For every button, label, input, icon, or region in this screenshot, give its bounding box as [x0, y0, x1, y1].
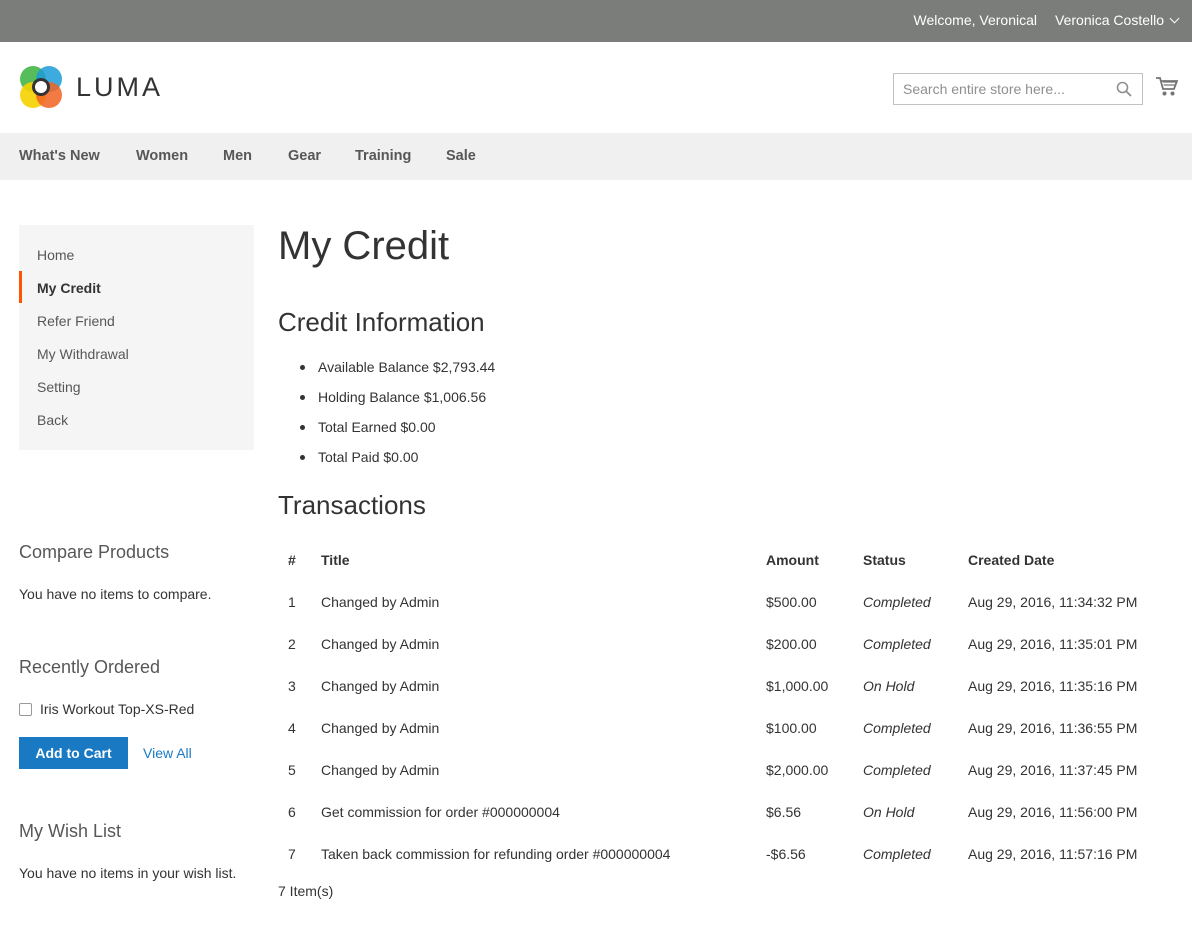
welcome-message: Welcome, Veronical — [913, 12, 1037, 28]
chevron-down-icon — [1169, 13, 1180, 23]
search-input[interactable] — [894, 74, 1104, 104]
item-name: Iris Workout Top-XS-Red — [40, 701, 195, 717]
cell-status: Completed — [863, 594, 931, 610]
cell-date: Aug 29, 2016, 11:37:45 PM — [968, 762, 1138, 778]
compare-empty-text: You have no items to compare. — [19, 586, 212, 602]
col-header-amount: Amount — [766, 552, 819, 568]
cell-status: Completed — [863, 846, 931, 862]
nav-item-women[interactable]: Women — [136, 148, 188, 164]
col-header-date: Created Date — [968, 552, 1055, 568]
cell-status: On Hold — [863, 678, 915, 694]
cell-date: Aug 29, 2016, 11:35:01 PM — [968, 636, 1138, 652]
compare-title: Compare Products — [19, 542, 170, 562]
table-row: 3 Changed by Admin $1,000.00 On Hold Aug 29,… — [278, 666, 1168, 708]
cell-num: 7 — [288, 846, 296, 862]
cell-num: 2 — [288, 636, 296, 652]
cell-date: Aug 29, 2016, 11:36:55 PM — [968, 720, 1138, 736]
wishlist-title: My Wish List — [19, 821, 122, 841]
account-nav: Home My Credit Refer Friend My Withdrawa… — [19, 225, 254, 450]
nav-item-men[interactable]: Men — [223, 148, 252, 164]
table-row: 1 Changed by Admin $500.00 Completed Aug 29,… — [278, 582, 1168, 624]
cell-status: Completed — [863, 720, 931, 736]
item-count: 7 Item(s) — [278, 883, 334, 899]
sidebar-item-home[interactable]: Home — [37, 247, 74, 263]
sidebar-item-back[interactable]: Back — [37, 412, 68, 428]
cell-amount: $100.00 — [766, 720, 817, 736]
cell-amount: -$6.56 — [766, 846, 806, 862]
luma-logo-icon — [20, 66, 62, 108]
holding-balance: Holding Balance $1,006.56 — [300, 387, 495, 417]
available-balance: Available Balance $2,793.44 — [300, 357, 495, 387]
cell-amount: $500.00 — [766, 594, 817, 610]
total-earned: Total Earned $0.00 — [300, 417, 495, 447]
wishlist-empty-text: You have no items in your wish list. — [19, 865, 237, 881]
cell-amount: $6.56 — [766, 804, 802, 820]
sidebar-item-my-credit[interactable]: My Credit — [37, 280, 101, 296]
cell-date: Aug 29, 2016, 11:57:16 PM — [968, 846, 1138, 862]
logo[interactable]: LUMA — [18, 64, 163, 110]
cell-num: 4 — [288, 720, 296, 736]
table-row: 4 Changed by Admin $100.00 Completed Aug 29,… — [278, 708, 1168, 750]
cell-title: Taken back commission for refunding orde… — [321, 846, 671, 862]
recently-ordered-item: Iris Workout Top-XS-Red — [19, 701, 194, 717]
recently-ordered-title: Recently Ordered — [19, 657, 161, 677]
cell-amount: $2,000.00 — [766, 762, 829, 778]
sidebar-item-refer-friend[interactable]: Refer Friend — [37, 313, 115, 329]
page-title: My Credit — [278, 224, 450, 268]
search-icon[interactable] — [1116, 81, 1132, 97]
cell-status: Completed — [863, 762, 931, 778]
account-menu[interactable]: Veronica Costello — [1055, 12, 1180, 28]
table-row: 6 Get commission for order #000000004 $6.5… — [278, 792, 1168, 834]
cell-date: Aug 29, 2016, 11:34:32 PM — [968, 594, 1138, 610]
account-name: Veronica Costello — [1055, 12, 1164, 28]
cell-title: Get commission for order #000000004 — [321, 804, 560, 820]
top-bar: Welcome, Veronical Veronica Costello — [0, 0, 1192, 42]
table-row: 2 Changed by Admin $200.00 Completed Aug 29,… — [278, 624, 1168, 666]
sidebar-item-setting[interactable]: Setting — [37, 379, 81, 395]
col-header-status: Status — [863, 552, 906, 568]
credit-info-list: Available Balance $2,793.44 Holding Bala… — [300, 357, 495, 477]
nav-item-sale[interactable]: Sale — [446, 148, 476, 164]
cell-title: Changed by Admin — [321, 636, 440, 652]
nav-item-training[interactable]: Training — [355, 148, 411, 164]
active-indicator — [19, 271, 22, 303]
transactions-title: Transactions — [278, 490, 426, 520]
table-row: 5 Changed by Admin $2,000.00 Completed Aug 2… — [278, 750, 1168, 792]
cell-num: 3 — [288, 678, 296, 694]
cell-title: Changed by Admin — [321, 678, 440, 694]
cell-title: Changed by Admin — [321, 594, 440, 610]
cell-amount: $200.00 — [766, 636, 817, 652]
view-all-link[interactable]: View All — [143, 745, 192, 761]
cell-num: 1 — [288, 594, 296, 610]
main-nav: What's New Women Men Gear Training Sale — [0, 133, 1192, 180]
cell-status: Completed — [863, 636, 931, 652]
table-row: 7 Taken back commission for refunding ord… — [278, 834, 1168, 876]
cell-title: Changed by Admin — [321, 720, 440, 736]
nav-item-gear[interactable]: Gear — [288, 148, 321, 164]
cell-title: Changed by Admin — [321, 762, 440, 778]
cart-icon[interactable] — [1156, 76, 1178, 97]
cell-date: Aug 29, 2016, 11:35:16 PM — [968, 678, 1138, 694]
logo-text: LUMA — [76, 71, 164, 102]
cell-num: 5 — [288, 762, 296, 778]
col-header-num: # — [288, 552, 296, 568]
cell-amount: $1,000.00 — [766, 678, 829, 694]
total-paid: Total Paid $0.00 — [300, 447, 495, 477]
table-header: # Title Amount Status Created Date — [278, 540, 1168, 582]
nav-item-whats-new[interactable]: What's New — [19, 148, 100, 164]
item-checkbox[interactable] — [19, 702, 32, 716]
credit-info-title: Credit Information — [278, 307, 485, 337]
add-to-cart-button[interactable]: Add to Cart — [19, 737, 128, 769]
cell-status: On Hold — [863, 804, 915, 820]
search-box — [893, 73, 1143, 105]
col-header-title: Title — [321, 552, 350, 568]
header: LUMA — [0, 42, 1192, 133]
cell-date: Aug 29, 2016, 11:56:00 PM — [968, 804, 1138, 820]
sidebar-item-my-withdrawal[interactable]: My Withdrawal — [37, 346, 129, 362]
cell-num: 6 — [288, 804, 296, 820]
